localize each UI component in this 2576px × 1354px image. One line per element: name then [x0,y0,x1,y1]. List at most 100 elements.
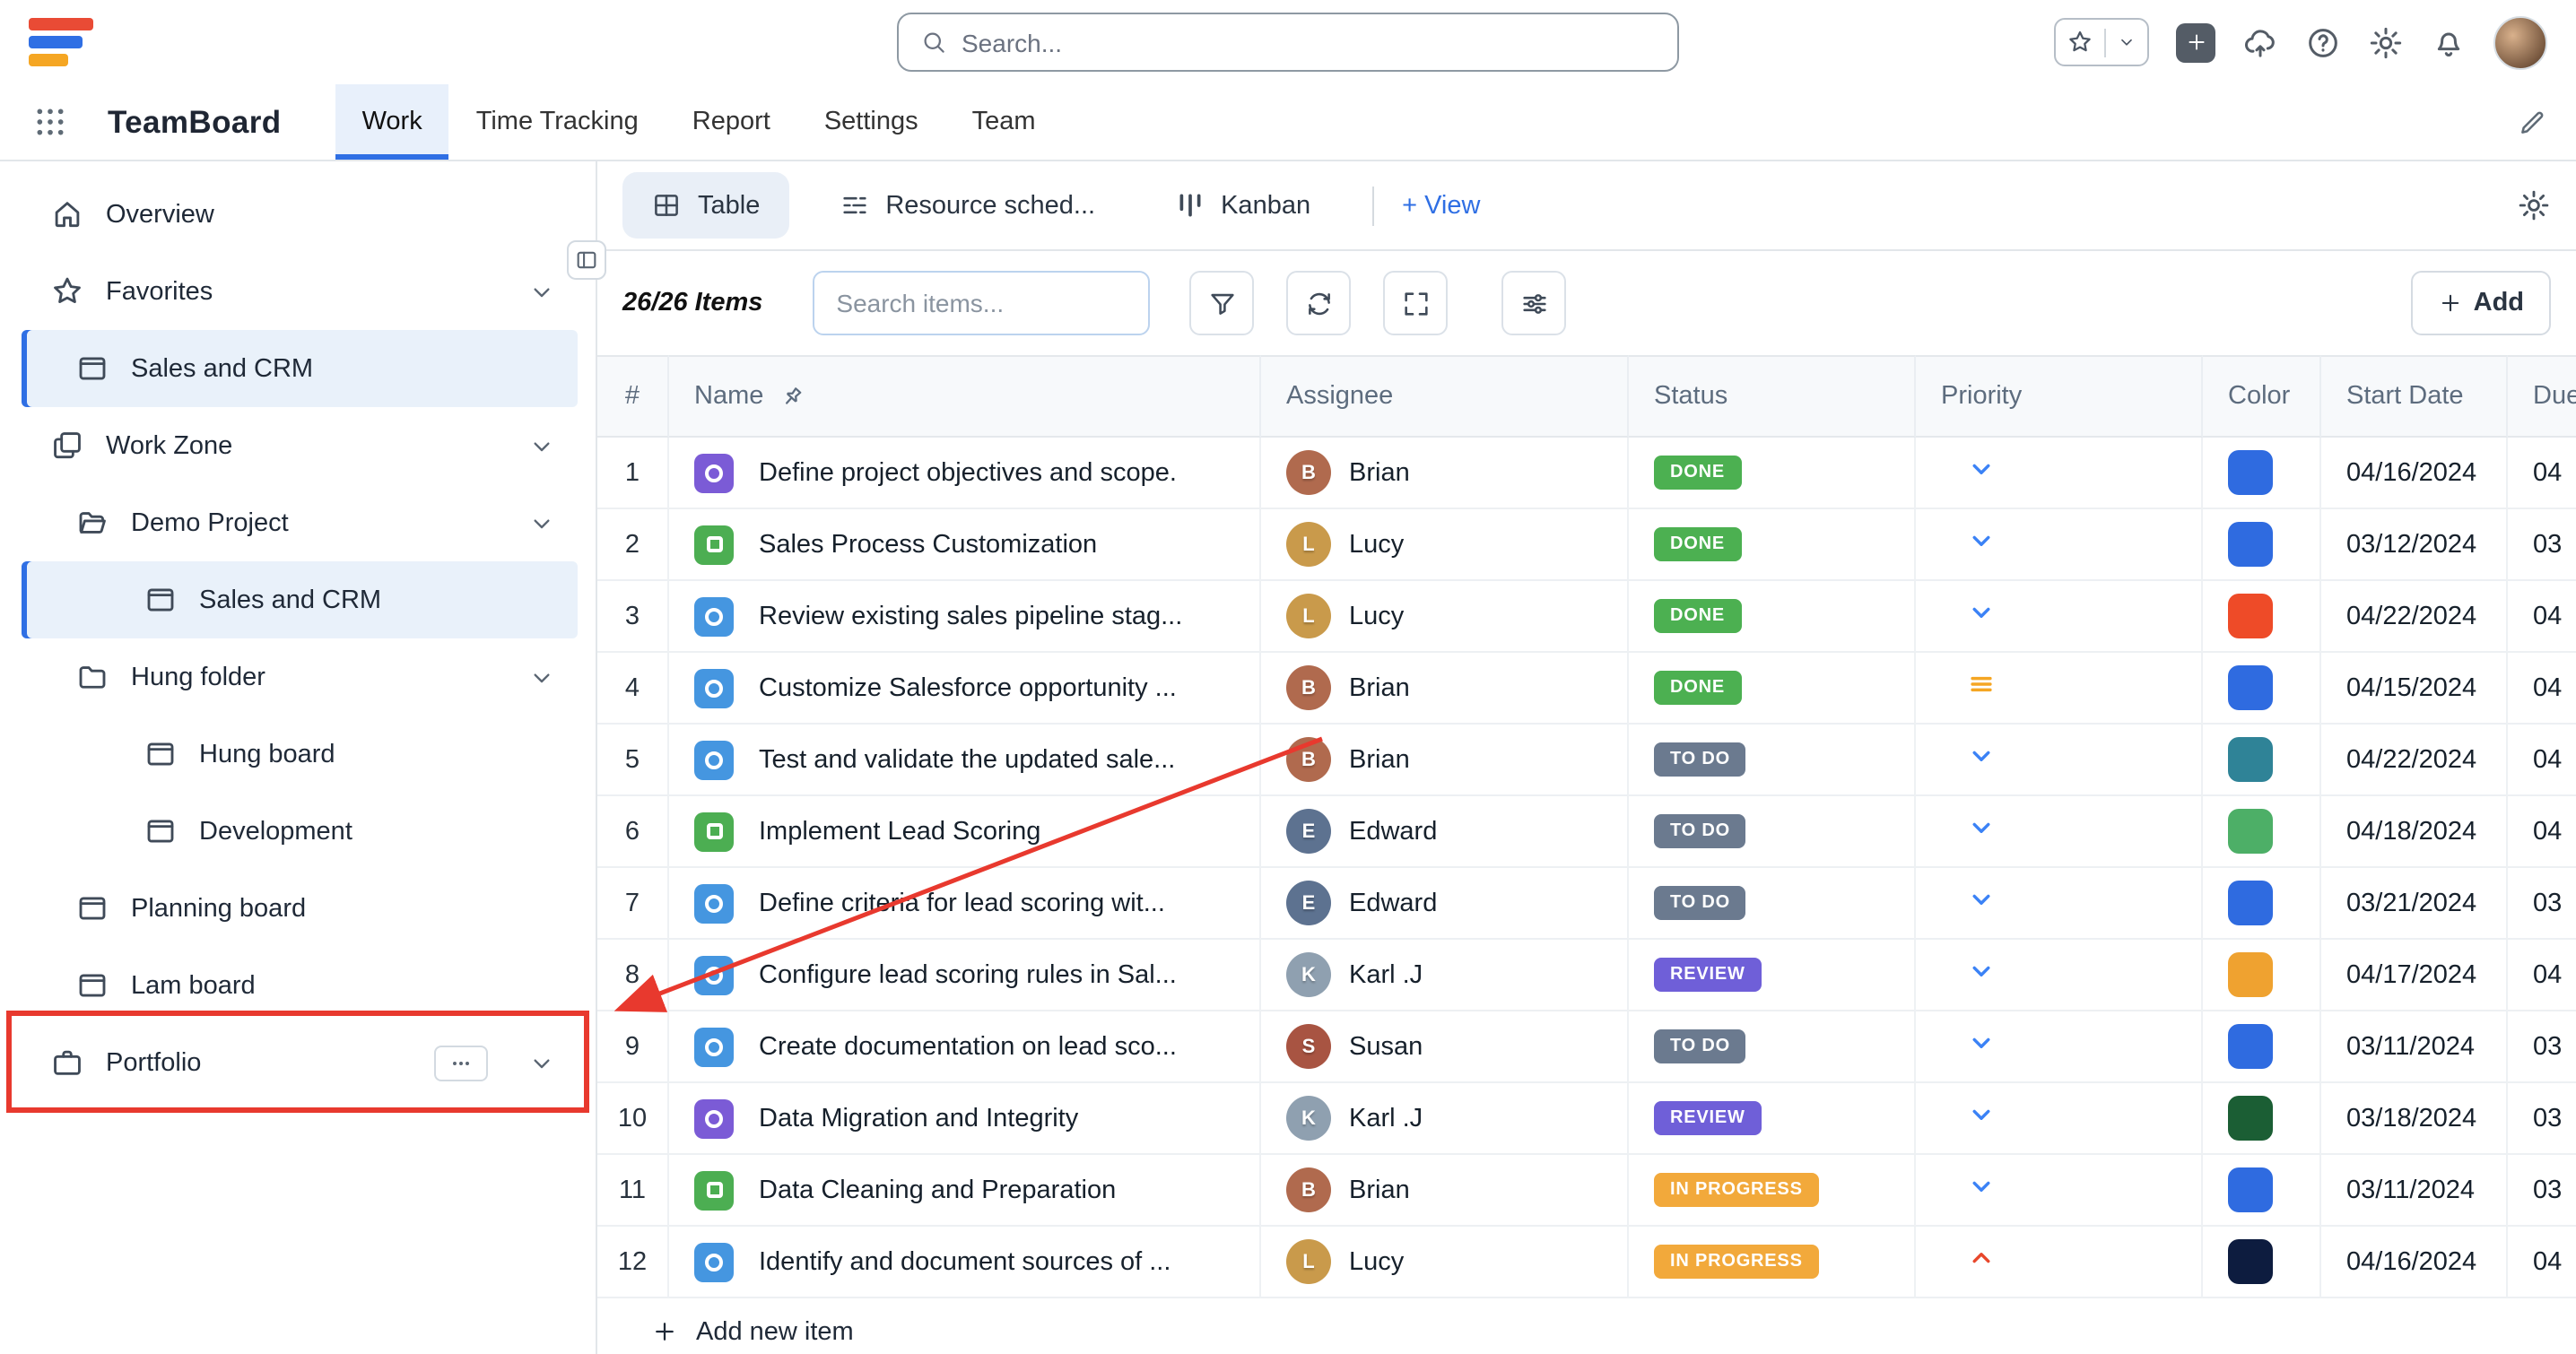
status-badge[interactable]: TO DO [1654,1029,1746,1063]
item-name[interactable]: Sales Process Customization [759,530,1097,559]
settings-gear-icon[interactable] [2368,24,2404,60]
color-swatch[interactable] [2228,450,2273,495]
color-swatch[interactable] [2228,1096,2273,1141]
refresh-button[interactable] [1286,271,1351,335]
apps-grid-icon[interactable] [32,104,68,140]
priority-chevdown-icon[interactable] [1966,1028,1997,1058]
color-swatch[interactable] [2228,881,2273,925]
user-avatar[interactable] [2493,15,2547,69]
sidebar-item-hung-folder[interactable]: Hung folder [22,638,578,716]
column-header-status[interactable]: Status [1629,355,1916,438]
color-swatch[interactable] [2228,952,2273,997]
priority-chevdown-icon[interactable] [1966,812,1997,843]
color-swatch[interactable] [2228,594,2273,638]
item-name[interactable]: Implement Lead Scoring [759,817,1040,846]
add-view-button[interactable]: + View [1402,191,1480,220]
favorites-split-button[interactable] [2054,18,2149,66]
table-settings-button[interactable] [1501,271,1566,335]
item-name[interactable]: Data Migration and Integrity [759,1104,1078,1133]
status-badge[interactable]: IN PROGRESS [1654,1245,1819,1279]
column-header-priority[interactable]: Priority [1916,355,2203,438]
item-name[interactable]: Define criteria for lead scoring wit... [759,889,1165,917]
view-tab-resource-scheduling[interactable]: Resource sched... [810,172,1124,239]
filter-button[interactable] [1189,271,1254,335]
add-item-button[interactable]: Add [2411,271,2551,335]
table-row[interactable]: 11Data Cleaning and PreparationBBrianIN … [597,1155,2576,1227]
more-options-button[interactable] [434,1045,488,1081]
priority-chevdown-icon[interactable] [1966,1171,1997,1202]
nav-tab-work[interactable]: Work [335,84,449,160]
status-badge[interactable]: DONE [1654,671,1741,705]
global-search-input[interactable] [962,28,1656,56]
table-row[interactable]: 8Configure lead scoring rules in Sal...K… [597,940,2576,1011]
color-swatch[interactable] [2228,1024,2273,1069]
status-badge[interactable]: DONE [1654,456,1741,490]
priority-chevdown-icon[interactable] [1966,454,1997,484]
item-name[interactable]: Test and validate the updated sale... [759,745,1175,774]
item-name[interactable]: Create documentation on lead sco... [759,1032,1177,1061]
table-row[interactable]: 7Define criteria for lead scoring wit...… [597,868,2576,940]
item-name[interactable]: Review existing sales pipeline stag... [759,602,1182,630]
column-header-number[interactable]: # [597,355,669,438]
priority-menu3-icon[interactable] [1966,669,1997,699]
table-row[interactable]: 1Define project objectives and scope.BBr… [597,438,2576,509]
sidebar-item-planning-board[interactable]: Planning board [22,870,578,947]
view-tab-kanban[interactable]: Kanban [1145,172,1339,239]
table-row[interactable]: 12Identify and document sources of ...LL… [597,1227,2576,1298]
items-search-input[interactable] [813,271,1150,335]
status-badge[interactable]: DONE [1654,599,1741,633]
priority-chevdown-icon[interactable] [1966,597,1997,628]
status-badge[interactable]: IN PROGRESS [1654,1173,1819,1207]
sidebar-item-demo-project[interactable]: Demo Project [22,484,578,561]
item-name[interactable]: Configure lead scoring rules in Sal... [759,960,1177,989]
table-row[interactable]: 4Customize Salesforce opportunity ...BBr… [597,653,2576,725]
sidebar-item-portfolio[interactable]: Portfolio [22,1024,578,1101]
fullscreen-button[interactable] [1383,271,1448,335]
priority-chevup-icon[interactable] [1966,1243,1997,1273]
color-swatch[interactable] [2228,809,2273,854]
status-badge[interactable]: TO DO [1654,742,1746,777]
column-header-name[interactable]: Name [669,355,1261,438]
cloud-upload-icon[interactable] [2242,24,2278,60]
table-row[interactable]: 9Create documentation on lead sco...SSus… [597,1011,2576,1083]
sidebar-item-lam-board[interactable]: Lam board [22,947,578,1024]
quick-add-button[interactable] [2176,22,2215,62]
notifications-bell-icon[interactable] [2431,24,2467,60]
color-swatch[interactable] [2228,522,2273,567]
nav-tab-team[interactable]: Team [945,84,1063,160]
item-name[interactable]: Customize Salesforce opportunity ... [759,673,1177,702]
color-swatch[interactable] [2228,737,2273,782]
table-row[interactable]: 5Test and validate the updated sale...BB… [597,725,2576,796]
item-name[interactable]: Data Cleaning and Preparation [759,1176,1116,1204]
table-row[interactable]: 2Sales Process CustomizationLLucyDONE03/… [597,509,2576,581]
sidebar-item-favorites[interactable]: Favorites [22,253,578,330]
add-new-item-row[interactable]: Add new item [597,1298,2576,1354]
sidebar-item-sales-and-crm[interactable]: Sales and CRM [22,561,578,638]
priority-chevdown-icon[interactable] [1966,1099,1997,1130]
collapse-sidebar-button[interactable] [567,240,606,280]
nav-tab-report[interactable]: Report [666,84,797,160]
nav-tab-settings[interactable]: Settings [797,84,945,160]
column-header-assignee[interactable]: Assignee [1261,355,1629,438]
column-header-start-date[interactable]: Start Date [2321,355,2508,438]
status-badge[interactable]: TO DO [1654,886,1746,920]
priority-chevdown-icon[interactable] [1966,741,1997,771]
global-search[interactable] [897,13,1679,72]
table-row[interactable]: 10Data Migration and IntegrityKKarl .JRE… [597,1083,2576,1155]
column-header-due-date[interactable]: Due Date [2508,355,2576,438]
item-name[interactable]: Define project objectives and scope. [759,458,1177,487]
color-swatch[interactable] [2228,1167,2273,1212]
sidebar-item-work-zone[interactable]: Work Zone [22,407,578,484]
sidebar-item-development[interactable]: Development [22,793,578,870]
priority-chevdown-icon[interactable] [1966,884,1997,915]
status-badge[interactable]: REVIEW [1654,958,1762,992]
status-badge[interactable]: REVIEW [1654,1101,1762,1135]
status-badge[interactable]: DONE [1654,527,1741,561]
priority-chevdown-icon[interactable] [1966,956,1997,986]
column-header-color[interactable]: Color [2203,355,2321,438]
status-badge[interactable]: TO DO [1654,814,1746,848]
nav-tab-time-tracking[interactable]: Time Tracking [449,84,666,160]
table-row[interactable]: 6Implement Lead ScoringEEdwardTO DO04/18… [597,796,2576,868]
priority-chevdown-icon[interactable] [1966,525,1997,556]
sidebar-item-overview[interactable]: Overview [22,176,578,253]
